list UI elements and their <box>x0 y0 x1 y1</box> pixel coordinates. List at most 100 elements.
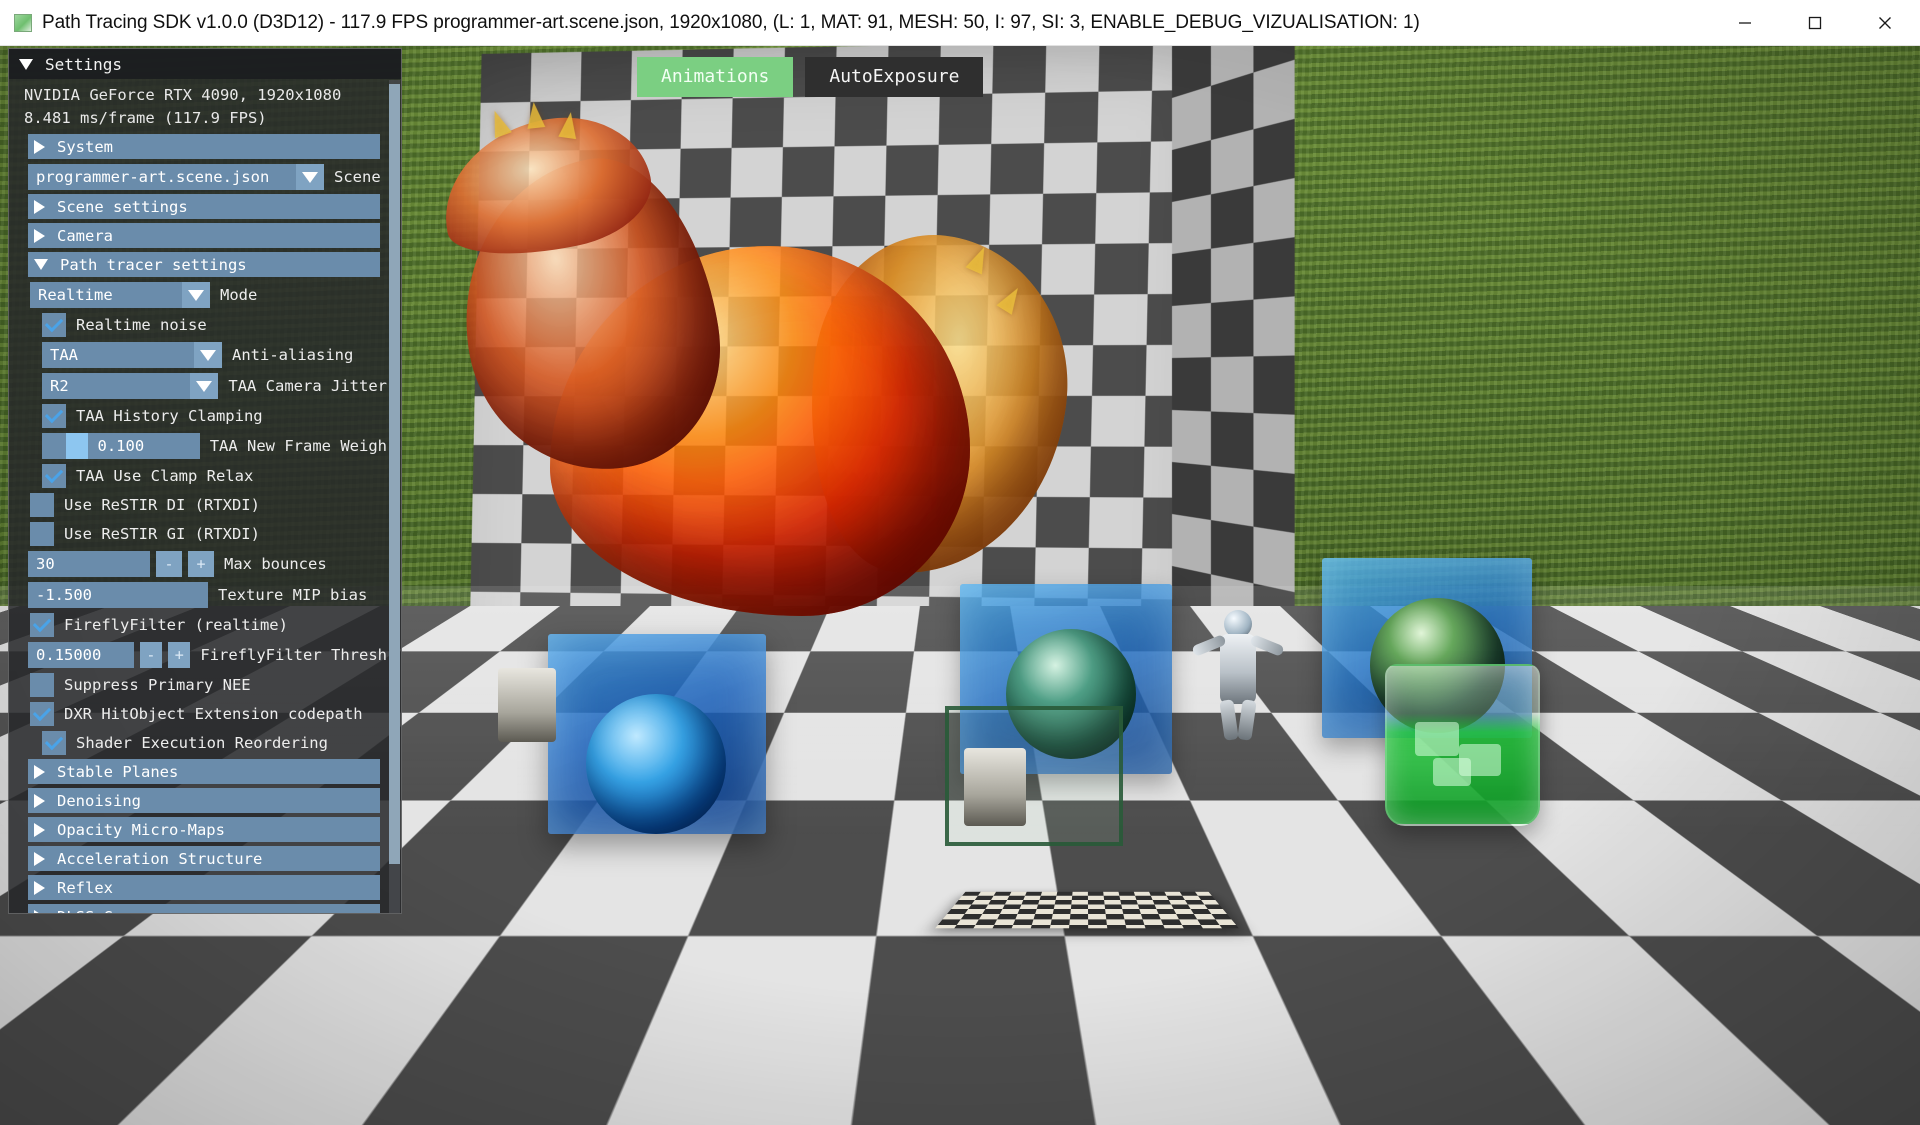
use-restir-gi-row: Use ReSTIR GI (RTXDI) <box>30 522 387 546</box>
section-dlss-g-label: DLSS-G <box>57 908 113 915</box>
triangle-right-icon <box>34 823 45 837</box>
astronaut-leg-right <box>1237 699 1256 741</box>
max-bounces-increment-button[interactable]: + <box>188 551 214 577</box>
frame-time-text: 8.481 ms/frame (117.9 FPS) <box>22 107 387 130</box>
taa-new-frame-weight-value: 0.100 <box>98 437 145 455</box>
mode-dropdown[interactable]: Realtime <box>30 282 210 308</box>
close-icon <box>1874 12 1896 34</box>
triangle-right-icon <box>34 910 45 915</box>
firefly-threshold-label: FireflyFilter Thresh <box>200 646 387 664</box>
mode-dropdown-value: Realtime <box>30 286 182 304</box>
app-icon <box>14 14 32 32</box>
section-opacity-micro-maps-label: Opacity Micro-Maps <box>57 821 225 839</box>
section-stable-planes-label: Stable Planes <box>57 763 178 781</box>
application-window: Path Tracing SDK v1.0.0 (D3D12) - 117.9 … <box>0 0 1920 1125</box>
section-stable-planes[interactable]: Stable Planes <box>28 759 380 784</box>
chevron-down-icon <box>296 164 324 190</box>
suppress-primary-nee-checkbox[interactable] <box>30 673 54 697</box>
texture-mip-bias-row: -1.500 Texture MIP bias <box>28 582 387 608</box>
taa-use-clamp-relax-row: TAA Use Clamp Relax <box>42 464 387 488</box>
section-scene-settings[interactable]: Scene settings <box>28 194 380 219</box>
settings-scrollbar-thumb[interactable] <box>389 84 400 864</box>
section-reflex[interactable]: Reflex <box>28 875 380 900</box>
taa-camera-jitter-dropdown[interactable]: R2 <box>42 373 218 399</box>
taa-history-clamping-row: TAA History Clamping <box>42 404 387 428</box>
astronaut-model <box>1190 608 1286 740</box>
ice-cube <box>1415 722 1459 756</box>
taa-use-clamp-relax-checkbox[interactable] <box>42 464 66 488</box>
max-bounces-input[interactable]: 30 <box>28 551 150 577</box>
taa-history-clamping-checkbox[interactable] <box>42 404 66 428</box>
use-restir-gi-label: Use ReSTIR GI (RTXDI) <box>64 525 260 543</box>
minimize-icon <box>1734 12 1756 34</box>
dxr-hitobject-checkbox[interactable] <box>30 702 54 726</box>
shader-execution-reordering-checkbox[interactable] <box>42 731 66 755</box>
triangle-right-icon <box>34 852 45 866</box>
firefly-threshold-decrement-button[interactable]: - <box>140 642 162 668</box>
use-restir-di-label: Use ReSTIR DI (RTXDI) <box>64 496 260 514</box>
robot-model-left <box>498 668 556 742</box>
section-system[interactable]: System <box>28 134 380 159</box>
glass-cube-left <box>548 634 766 834</box>
triangle-right-icon <box>34 794 45 808</box>
texture-mip-bias-input[interactable]: -1.500 <box>28 582 208 608</box>
scene-dropdown[interactable]: programmer-art.scene.json <box>28 164 324 190</box>
maximize-button[interactable] <box>1780 0 1850 46</box>
dxr-hitobject-row: DXR HitObject Extension codepath <box>30 702 387 726</box>
section-acceleration-structure[interactable]: Acceleration Structure <box>28 846 380 871</box>
triangle-right-icon <box>34 765 45 779</box>
firefly-threshold-increment-button[interactable]: + <box>168 642 190 668</box>
taa-new-frame-weight-slider[interactable]: 0.100 <box>42 433 200 459</box>
autoexposure-button[interactable]: AutoExposure <box>805 57 983 97</box>
use-restir-di-checkbox[interactable] <box>30 493 54 517</box>
firefly-threshold-row: 0.15000 - + FireflyFilter Thresh <box>28 642 387 668</box>
render-viewport[interactable]: Animations AutoExposure Settings NVIDIA … <box>0 46 1920 1125</box>
settings-panel: Settings NVIDIA GeForce RTX 4090, 1920x1… <box>8 48 402 914</box>
taa-use-clamp-relax-label: TAA Use Clamp Relax <box>76 467 253 485</box>
suppress-primary-nee-label: Suppress Primary NEE <box>64 676 251 694</box>
dxr-hitobject-label: DXR HitObject Extension codepath <box>64 705 363 723</box>
settings-panel-header[interactable]: Settings <box>9 49 401 79</box>
chess-board <box>935 892 1239 928</box>
dragon-horn <box>525 101 546 129</box>
shader-execution-reordering-row: Shader Execution Reordering <box>42 731 387 755</box>
title-bar: Path Tracing SDK v1.0.0 (D3D12) - 117.9 … <box>0 0 1920 46</box>
suppress-primary-nee-row: Suppress Primary NEE <box>30 673 387 697</box>
texture-mip-bias-label: Texture MIP bias <box>218 586 367 604</box>
chevron-down-icon <box>182 282 210 308</box>
taa-history-clamping-label: TAA History Clamping <box>76 407 263 425</box>
section-opacity-micro-maps[interactable]: Opacity Micro-Maps <box>28 817 380 842</box>
blue-sphere <box>586 694 726 834</box>
scene-dropdown-value: programmer-art.scene.json <box>28 168 296 186</box>
anti-aliasing-dropdown[interactable]: TAA <box>42 342 222 368</box>
scene-combo-row: programmer-art.scene.json Scene <box>28 164 387 190</box>
section-denoising[interactable]: Denoising <box>28 788 380 813</box>
window-title: Path Tracing SDK v1.0.0 (D3D12) - 117.9 … <box>42 12 1420 34</box>
firefly-filter-checkbox[interactable] <box>30 613 54 637</box>
section-reflex-label: Reflex <box>57 879 113 897</box>
taa-new-frame-weight-row: 0.100 TAA New Frame Weigh <box>42 433 387 459</box>
section-camera[interactable]: Camera <box>28 223 380 248</box>
minimize-button[interactable] <box>1710 0 1780 46</box>
overlay-button-group: Animations AutoExposure <box>637 57 983 97</box>
realtime-noise-checkbox[interactable] <box>42 313 66 337</box>
settings-scroll-area[interactable]: NVIDIA GeForce RTX 4090, 1920x1080 8.481… <box>9 79 401 914</box>
slider-knob[interactable] <box>66 433 88 459</box>
section-camera-label: Camera <box>57 227 113 245</box>
firefly-threshold-input[interactable]: 0.15000 <box>28 642 134 668</box>
triangle-right-icon <box>34 140 45 154</box>
section-path-tracer-settings[interactable]: Path tracer settings <box>28 252 380 277</box>
section-path-tracer-label: Path tracer settings <box>60 256 247 274</box>
section-dlss-g[interactable]: DLSS-G <box>28 904 380 914</box>
close-button[interactable] <box>1850 0 1920 46</box>
chevron-down-icon <box>190 373 218 399</box>
use-restir-gi-checkbox[interactable] <box>30 522 54 546</box>
section-denoising-label: Denoising <box>57 792 141 810</box>
settings-scrollbar-track[interactable] <box>389 80 400 914</box>
robot-model-center <box>964 748 1026 826</box>
triangle-down-icon <box>34 259 48 270</box>
max-bounces-decrement-button[interactable]: - <box>156 551 182 577</box>
anti-aliasing-value: TAA <box>42 346 194 364</box>
animations-button[interactable]: Animations <box>637 57 793 97</box>
gpu-info-text: NVIDIA GeForce RTX 4090, 1920x1080 <box>22 84 387 107</box>
